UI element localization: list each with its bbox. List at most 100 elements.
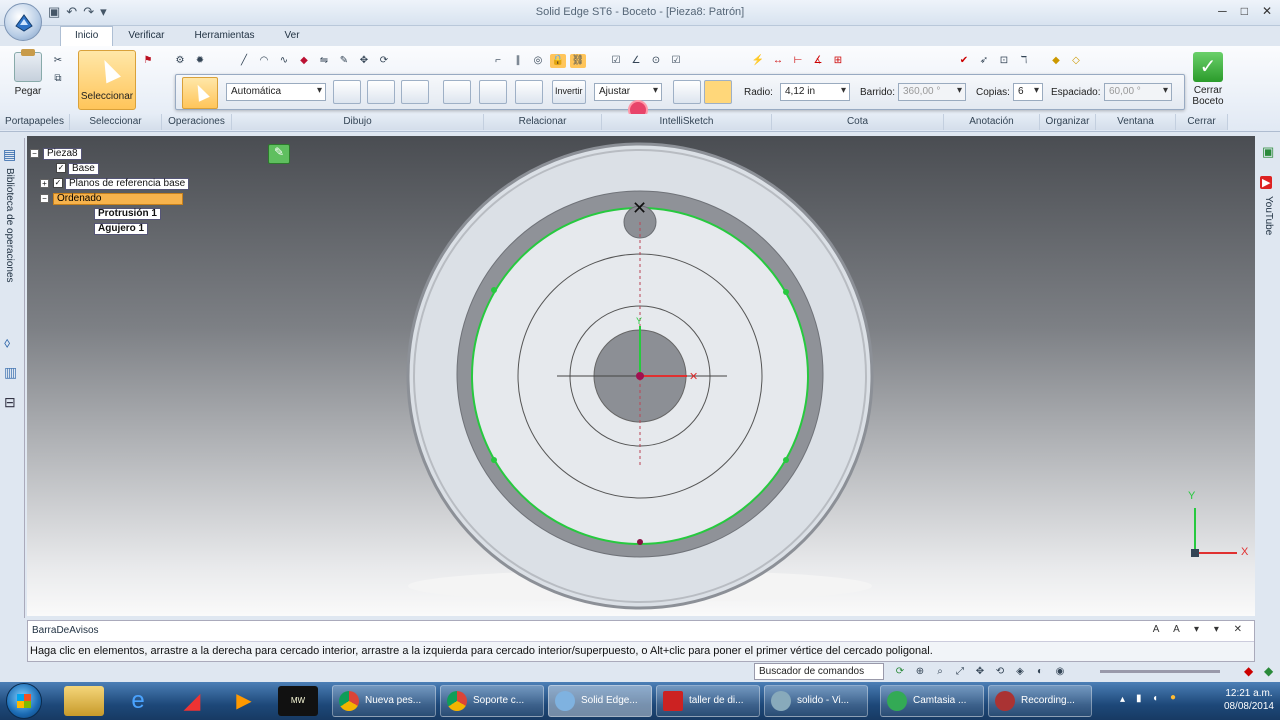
invert-button[interactable]: Invertir <box>552 80 586 104</box>
maximize-button[interactable]: □ <box>1241 4 1248 18</box>
properties-icon[interactable]: ▥ <box>4 364 17 381</box>
prompt-bar-controls[interactable]: A A ▾ ▾ ✕ <box>1153 624 1248 635</box>
tray-arrow-icon[interactable]: ▴ <box>1120 694 1125 705</box>
tab-inicio[interactable]: Inicio <box>60 26 114 46</box>
operations-icon[interactable]: ⚙ <box>172 54 188 68</box>
checkbox-icon[interactable]: ✓ <box>53 178 63 189</box>
collapse-icon[interactable]: − <box>40 193 49 203</box>
annotation-check-icon[interactable]: ✔ <box>956 54 972 68</box>
trim-icon[interactable]: ✎ <box>336 54 352 68</box>
add-icon[interactable]: ▣ <box>1262 144 1274 160</box>
shading-icon[interactable]: ◐ <box>1032 665 1048 679</box>
pattern-options-button[interactable] <box>515 80 543 104</box>
move-icon[interactable]: ✥ <box>356 54 372 68</box>
close-sketch-button[interactable]: ✓ Cerrar Boceto <box>1188 52 1228 107</box>
paste-button[interactable]: Pegar <box>6 49 50 97</box>
intellisketch-check-icon[interactable]: ☑ <box>608 54 624 68</box>
rotate-icon[interactable]: ⟳ <box>376 54 392 68</box>
taskbar-task[interactable]: Soporte c... <box>440 685 544 717</box>
fit-icon[interactable]: ⤢ <box>952 665 968 679</box>
concentric-icon[interactable]: ◎ <box>530 54 546 68</box>
application-button[interactable] <box>4 3 42 41</box>
line-width-button[interactable] <box>401 80 429 104</box>
intellisketch-point-icon[interactable]: ⊙ <box>648 54 664 68</box>
annotation-box-icon[interactable]: ⊡ <box>996 54 1012 68</box>
command-finder-input[interactable]: Buscador de comandos <box>754 663 884 680</box>
media-player-icon[interactable]: ▶ <box>224 686 264 716</box>
cut-icon[interactable]: ✂ <box>50 54 66 68</box>
parallel-icon[interactable]: ∥ <box>510 54 526 68</box>
youtube-tab[interactable]: YouTube <box>1263 196 1274 235</box>
volume-icon[interactable]: ◖ <box>1152 693 1158 704</box>
graphics-window[interactable]: Y ✕ ✕ Y X ✎ <box>27 136 1255 616</box>
tree-item-hole[interactable]: Agujero 1 <box>94 223 149 235</box>
line-color-button[interactable] <box>333 80 361 104</box>
tree-item-reference-planes[interactable]: + ✓ Planos de referencia base <box>40 178 190 190</box>
internet-explorer-icon[interactable]: e <box>118 686 158 716</box>
curve-icon[interactable]: ∿ <box>276 54 292 68</box>
lock-icon[interactable]: 🔒 <box>550 54 566 68</box>
layer-icon[interactable]: ◇ <box>1068 54 1084 68</box>
rotate-view-icon[interactable]: ⟲ <box>992 665 1008 679</box>
tree-item-ordered[interactable]: − Ordenado <box>40 193 183 205</box>
dimension-icon[interactable]: ↔ <box>770 54 786 68</box>
expand-icon[interactable]: + <box>40 178 49 188</box>
pattern-icon[interactable]: ✹ <box>192 54 208 68</box>
refresh-icon[interactable]: ⟳ <box>892 665 908 679</box>
line-style-dropdown[interactable]: Automática <box>226 83 326 101</box>
tree-item-protrusion[interactable]: Protrusión 1 <box>94 208 161 220</box>
fill-icon[interactable]: ◆ <box>296 54 312 68</box>
tree-item-base[interactable]: ✓ Base <box>56 163 99 175</box>
pan-icon[interactable]: ✥ <box>972 665 988 679</box>
select-button[interactable]: Seleccionar <box>78 50 136 110</box>
copies-input[interactable]: 6 <box>1013 83 1043 101</box>
copy-icon[interactable]: ⧉ <box>50 72 66 86</box>
start-button[interactable] <box>6 683 42 719</box>
sensor-icon[interactable]: ⊟ <box>4 394 16 411</box>
pattern-arc-button[interactable] <box>479 80 507 104</box>
command-select-button[interactable] <box>182 77 218 109</box>
zoom-area-icon[interactable]: ⊕ <box>912 665 928 679</box>
taskbar-task[interactable]: taller de di... <box>656 685 760 717</box>
smart-dimension-icon[interactable]: ⚡ <box>750 54 766 68</box>
circle-mode-button[interactable] <box>704 80 732 104</box>
annotation-leader-icon[interactable]: ➶ <box>976 54 992 68</box>
tab-verificar[interactable]: Verificar <box>113 26 179 46</box>
zoom-icon[interactable]: ⌕ <box>932 665 948 679</box>
app-icon[interactable]: MW <box>278 686 318 716</box>
dimension-angle-icon[interactable]: ∡ <box>810 54 826 68</box>
line-icon[interactable]: ╱ <box>236 54 252 68</box>
sweep-input[interactable]: 360,00 ° <box>898 83 966 101</box>
organize-icon[interactable]: ◆ <box>1048 54 1064 68</box>
taskbar-task[interactable]: Nueva pes... <box>332 685 436 717</box>
tab-ver[interactable]: Ver <box>270 26 315 46</box>
network-icon[interactable]: ▮ <box>1136 693 1142 704</box>
dimension-axis-icon[interactable]: ⊢ <box>790 54 806 68</box>
taskbar-task[interactable]: Solid Edge... <box>548 685 652 717</box>
tab-herramientas[interactable]: Herramientas <box>179 26 269 46</box>
spacing-input[interactable]: 60,00 ° <box>1104 83 1172 101</box>
taskbar-task[interactable]: solido - Vi... <box>764 685 868 717</box>
checkbox-icon[interactable]: ✓ <box>56 163 66 174</box>
paint-icon[interactable]: ◢ <box>172 686 212 716</box>
arc-mode-button[interactable] <box>673 80 701 104</box>
intellisketch-angle-icon[interactable]: ∠ <box>628 54 644 68</box>
annotation-callout-icon[interactable]: ℸ <box>1016 54 1032 68</box>
clock[interactable]: 12:21 a.m. 08/08/2014 <box>1224 687 1274 713</box>
sketch-view[interactable]: Y ✕ ✕ <box>27 136 1255 616</box>
taskbar-task[interactable]: Camtasia ... <box>880 685 984 717</box>
notification-icon[interactable]: ● <box>1170 692 1176 703</box>
fit-dropdown[interactable]: Ajustar <box>594 83 662 101</box>
library-icon[interactable]: ▤ <box>3 146 16 163</box>
mirror-icon[interactable]: ⇋ <box>316 54 332 68</box>
tree-root[interactable]: − Pieza8 <box>30 148 82 160</box>
layers-icon[interactable]: ⬨ <box>4 334 10 351</box>
line-type-button[interactable] <box>367 80 395 104</box>
view-orient-icon[interactable]: ◈ <box>1012 665 1028 679</box>
radius-input[interactable]: 4,12 in <box>780 83 850 101</box>
pattern-circle-button[interactable] <box>443 80 471 104</box>
relationship-icon[interactable]: ⛓ <box>570 54 586 68</box>
sketch-check-icon[interactable]: ✎ <box>268 144 290 164</box>
go-icon[interactable]: ◆ <box>1264 664 1273 678</box>
close-button[interactable]: ✕ <box>1262 4 1272 18</box>
